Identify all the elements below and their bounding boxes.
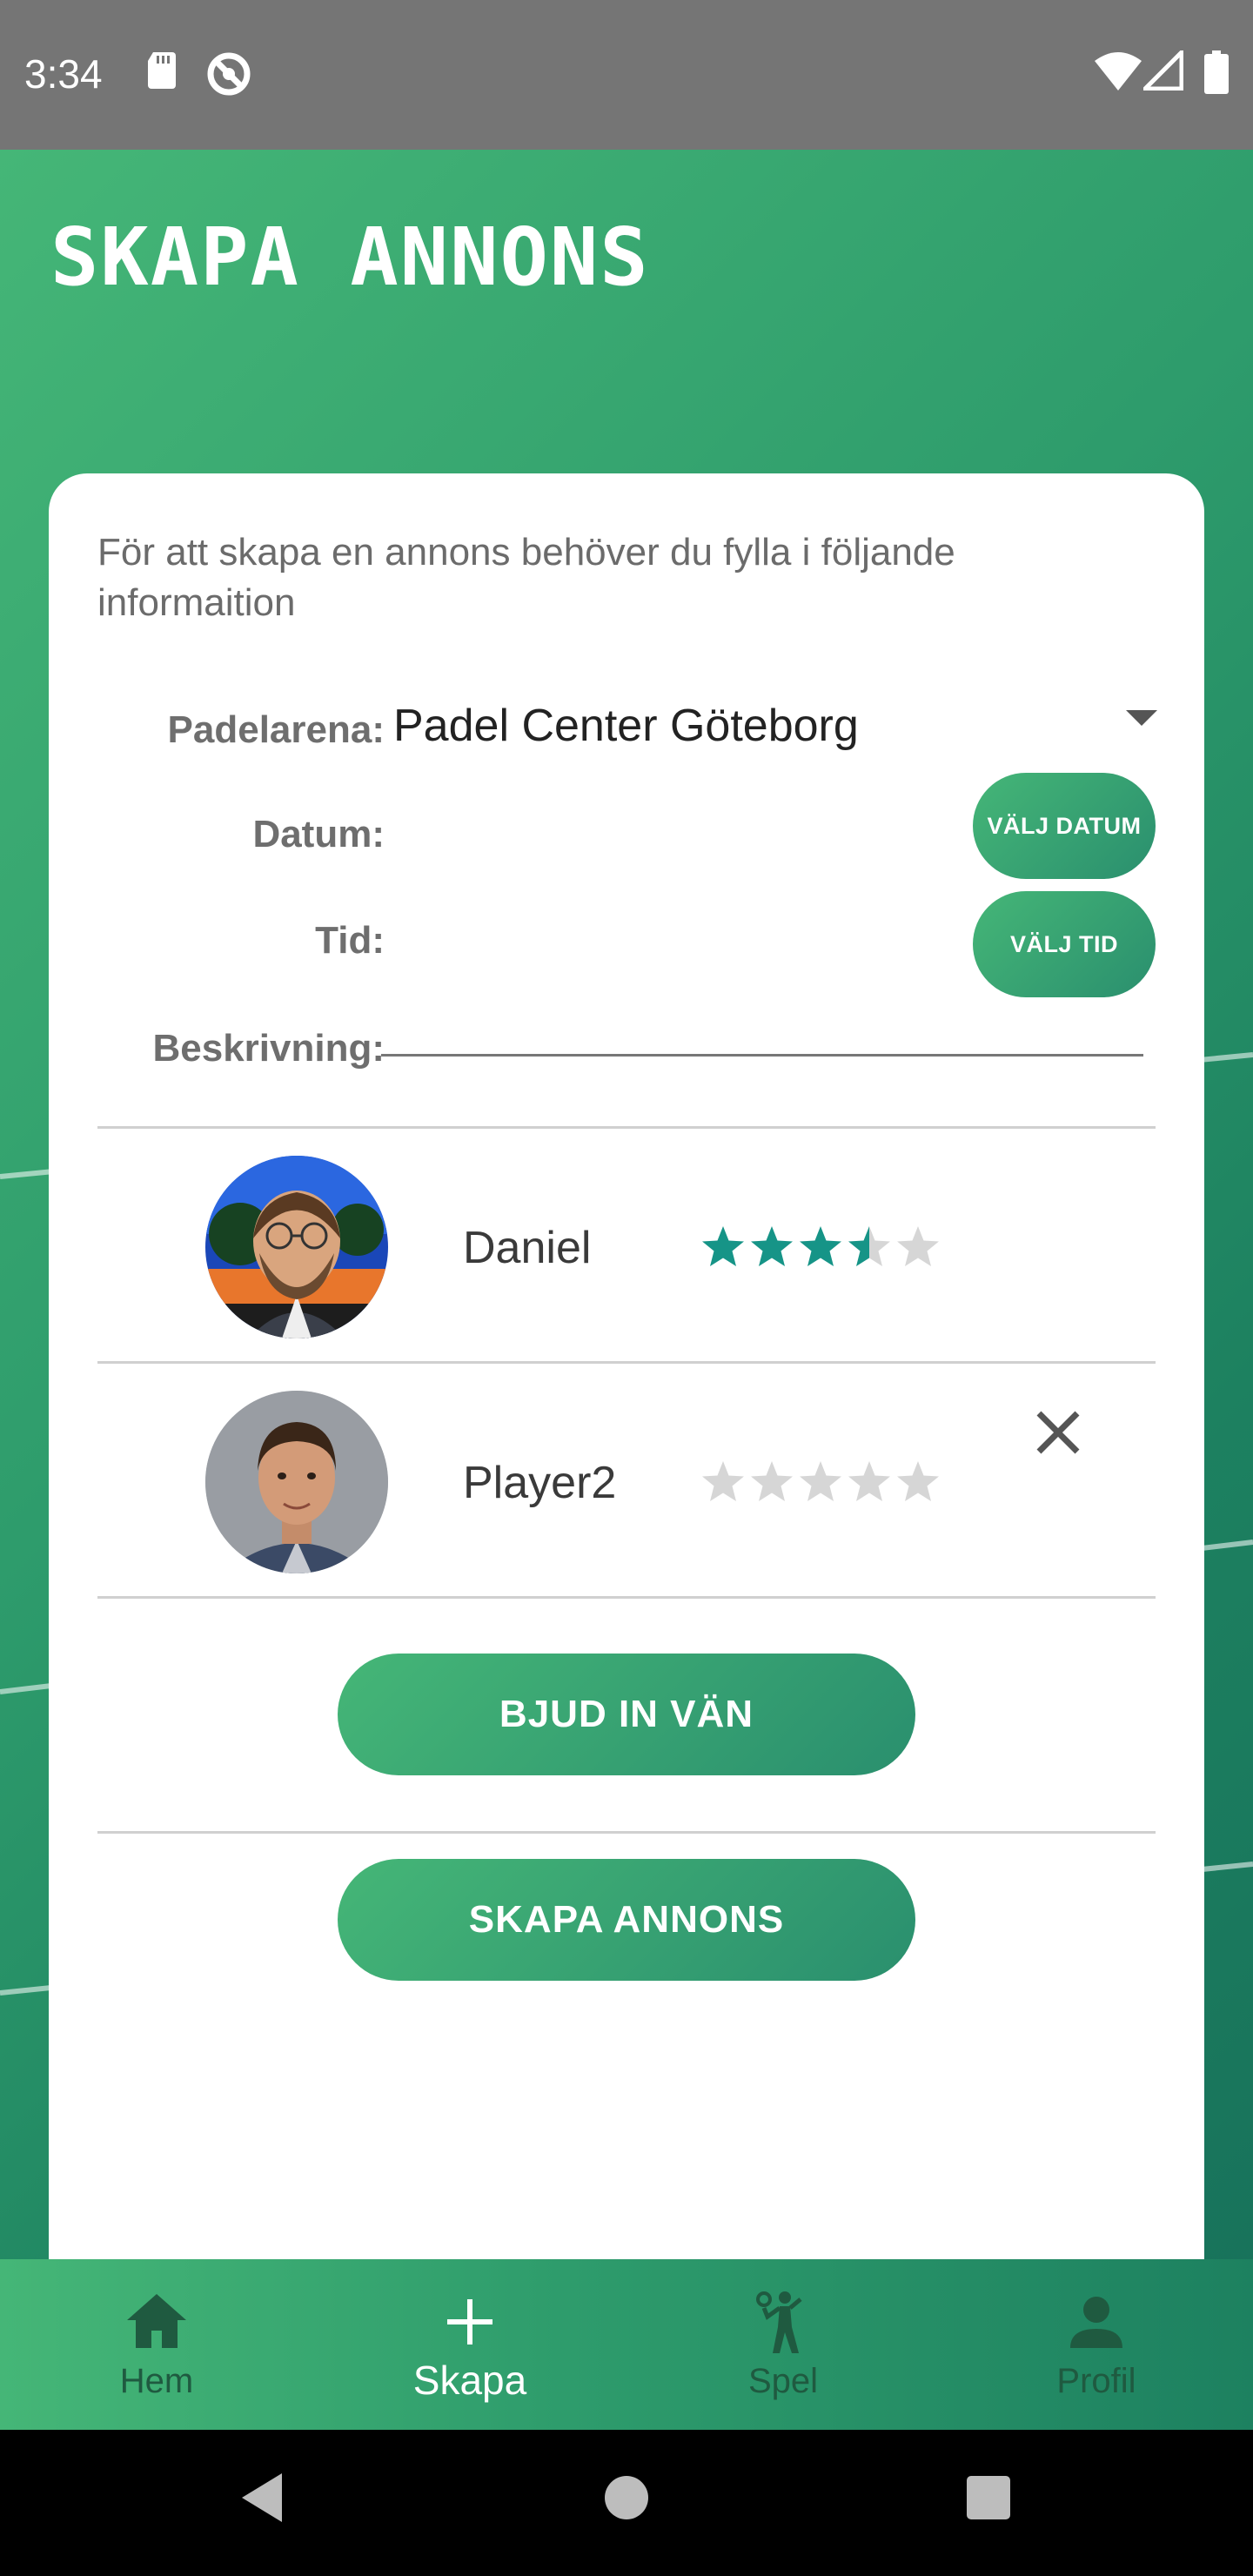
description-input[interactable] [381, 1004, 1143, 1057]
system-navigation-bar [0, 2430, 1253, 2576]
avatar-player2 [205, 1391, 388, 1573]
time-label: Tid: [315, 919, 385, 962]
signal-icon [1143, 50, 1183, 91]
star-icon [702, 1226, 744, 1266]
sd-card-icon [148, 52, 176, 89]
divider [97, 1831, 1156, 1834]
player-row: Daniel [97, 1130, 1156, 1361]
player-row: Player2 [97, 1365, 1156, 1596]
app-background: SKAPA ANNONS För att skapa en annons beh… [0, 150, 1253, 2430]
description-label: Beskrivning: [152, 1027, 385, 1070]
star-icon [897, 1226, 939, 1266]
battery-icon [1204, 50, 1229, 94]
star-icon [800, 1461, 841, 1501]
home-circle-icon[interactable] [600, 2463, 653, 2532]
star-icon [848, 1226, 890, 1266]
invite-friend-button[interactable]: BJUD IN VÄN [338, 1654, 915, 1775]
page-title: SKAPA ANNONS [50, 211, 650, 304]
recents-icon[interactable] [964, 2463, 1013, 2532]
divider [97, 1596, 1156, 1599]
close-icon[interactable] [1027, 1401, 1089, 1464]
star-icon [702, 1461, 744, 1501]
plus-icon [447, 2299, 492, 2345]
player-rating [700, 1459, 941, 1506]
chevron-down-icon [1126, 710, 1157, 726]
star-icon [751, 1226, 793, 1266]
nav-label: Profil [1056, 2362, 1136, 2400]
arena-selected-value: Padel Center Göteborg [393, 701, 859, 751]
wifi-icon [1095, 52, 1142, 91]
no-disturb-icon [207, 52, 251, 96]
nav-item-hem[interactable]: Hem [0, 2259, 313, 2430]
arena-label: Padelarena: [167, 708, 385, 751]
status-time: 3:34 [24, 51, 103, 97]
player-rating [700, 1224, 941, 1271]
nav-label: Skapa [412, 2358, 527, 2403]
star-icon [897, 1461, 939, 1501]
status-bar: 3:34 [0, 0, 1253, 150]
arena-select[interactable]: Padel Center Göteborg [393, 682, 1159, 769]
date-label: Datum: [252, 813, 385, 855]
home-icon [127, 2294, 186, 2348]
back-icon[interactable] [235, 2463, 287, 2532]
avatar-daniel [205, 1156, 388, 1338]
star-icon [751, 1461, 793, 1501]
choose-date-button[interactable]: VÄLJ DATUM [973, 773, 1156, 879]
divider [97, 1361, 1156, 1364]
person-icon [1070, 2297, 1122, 2348]
player-name: Player2 [463, 1458, 617, 1508]
tennis-player-icon [756, 2291, 802, 2353]
create-ad-card: För att skapa en annons behöver du fylla… [49, 473, 1204, 2360]
create-ad-button[interactable]: SKAPA ANNONS [338, 1859, 915, 1981]
nav-item-profil[interactable]: Profil [940, 2259, 1253, 2430]
player-name: Daniel [463, 1223, 592, 1273]
bottom-navigation: Hem Skapa Spel Profil [0, 2259, 1253, 2430]
nav-label: Hem [119, 2362, 194, 2400]
nav-item-spel[interactable]: Spel [626, 2259, 940, 2430]
intro-text: För att skapa en annons behöver du fylla… [97, 531, 955, 624]
star-icon [800, 1226, 841, 1266]
choose-time-button[interactable]: VÄLJ TID [973, 891, 1156, 997]
nav-item-skapa[interactable]: Skapa [313, 2259, 626, 2430]
star-icon [848, 1461, 890, 1501]
divider [97, 1126, 1156, 1129]
nav-label: Spel [747, 2362, 819, 2400]
